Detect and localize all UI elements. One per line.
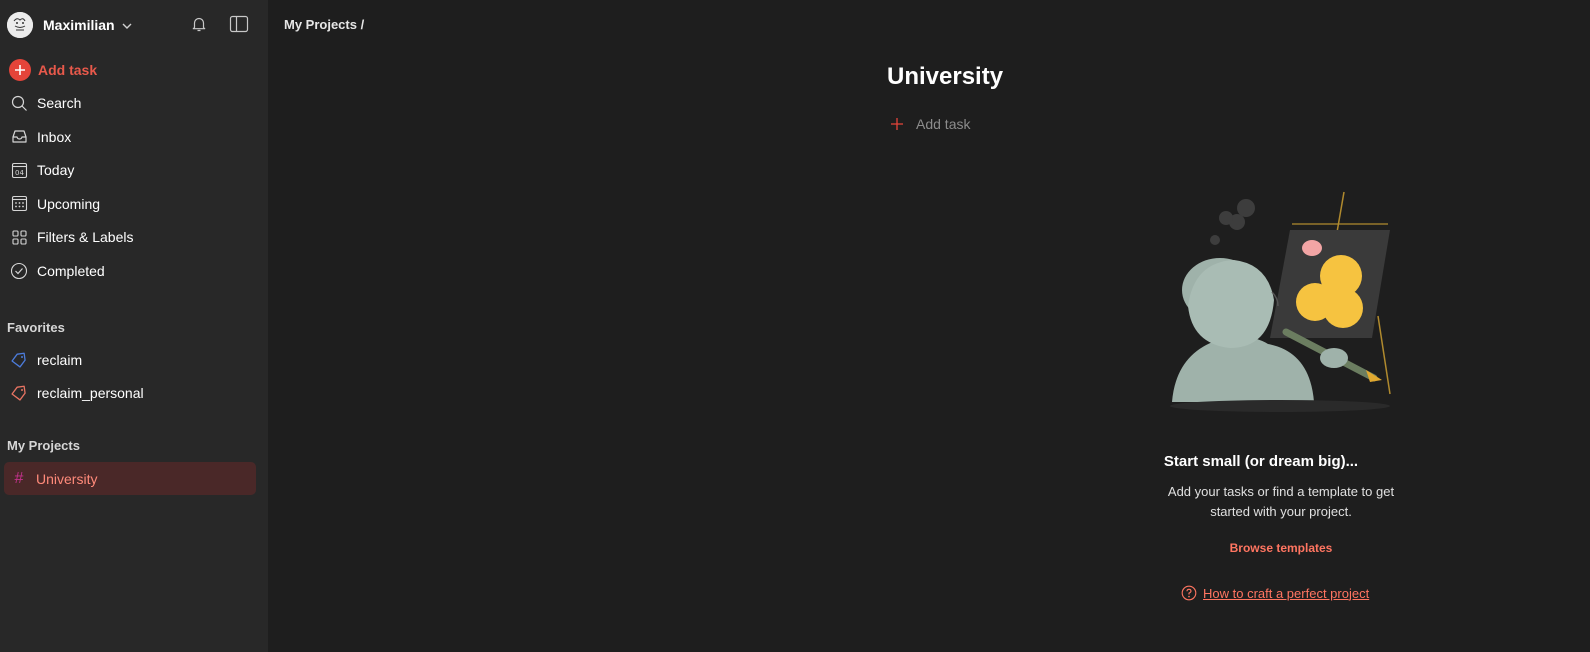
chevron-down-icon [121, 19, 133, 31]
sidebar-toggle-icon[interactable] [228, 13, 250, 35]
nav-item-today[interactable]: 04 Today [0, 154, 268, 188]
my-projects-title[interactable]: My Projects [7, 438, 80, 453]
empty-state-title: Start small (or dream big)... [1163, 453, 1359, 470]
help-link-label: How to craft a perfect project [1203, 585, 1370, 601]
empty-state-description: Add your tasks or find a template to get… [1167, 484, 1395, 519]
project-item-university[interactable]: # University [4, 462, 256, 495]
favorites-list: reclaim reclaim_personal [0, 343, 268, 410]
main-nav: Add task Search Inbox 04 Today Upcoming [0, 53, 268, 288]
add-task-label: Add task [38, 61, 98, 78]
tag-icon [10, 384, 28, 402]
nav-item-search[interactable]: Search [0, 87, 268, 121]
search-icon [10, 94, 28, 112]
breadcrumb[interactable]: My Projects / [284, 17, 364, 32]
grid-icon [10, 228, 28, 246]
page-title[interactable]: University [887, 63, 1003, 91]
inline-add-task-label: Add task [916, 116, 971, 132]
plus-icon [889, 116, 905, 132]
sidebar: Maximilian Add task Search Inbox 04 Toda… [0, 0, 268, 652]
nav-item-label: Upcoming [37, 195, 101, 212]
painter-illustration [1160, 188, 1400, 418]
plus-circle-icon [9, 58, 31, 81]
hash-icon: # [14, 469, 24, 487]
nav-item-label: Inbox [37, 128, 72, 145]
calendar-today-icon: 04 [10, 161, 28, 179]
avatar [7, 12, 33, 38]
browse-templates-button[interactable]: Browse templates [1210, 541, 1352, 555]
help-circle-icon [1181, 585, 1197, 601]
nav-item-filters-labels[interactable]: Filters & Labels [0, 221, 268, 255]
inline-add-task-button[interactable]: Add task [889, 116, 970, 132]
tag-icon [10, 351, 28, 369]
nav-item-completed[interactable]: Completed [0, 254, 268, 288]
calendar-grid-icon [10, 195, 28, 213]
inbox-icon [10, 128, 28, 146]
nav-item-upcoming[interactable]: Upcoming [0, 187, 268, 221]
help-link[interactable]: How to craft a perfect project [1181, 585, 1369, 601]
project-label: University [36, 470, 98, 487]
add-task-button[interactable]: Add task [0, 53, 268, 87]
user-name: Maximilian [43, 17, 115, 33]
favorite-label: reclaim_personal [37, 385, 144, 402]
favorite-label: reclaim [37, 351, 83, 368]
svg-text:04: 04 [15, 169, 24, 177]
nav-item-inbox[interactable]: Inbox [0, 120, 268, 154]
nav-item-label: Filters & Labels [37, 229, 134, 246]
nav-item-label: Completed [37, 262, 105, 279]
nav-item-label: Today [37, 162, 75, 179]
nav-item-label: Search [37, 95, 82, 112]
favorites-title[interactable]: Favorites [7, 320, 65, 335]
bell-icon[interactable] [188, 13, 210, 35]
check-circle-icon [10, 262, 28, 280]
favorite-item-reclaim[interactable]: reclaim [0, 343, 268, 377]
user-menu[interactable]: Maximilian [7, 11, 261, 39]
favorite-item-reclaim-personal[interactable]: reclaim_personal [0, 377, 268, 411]
